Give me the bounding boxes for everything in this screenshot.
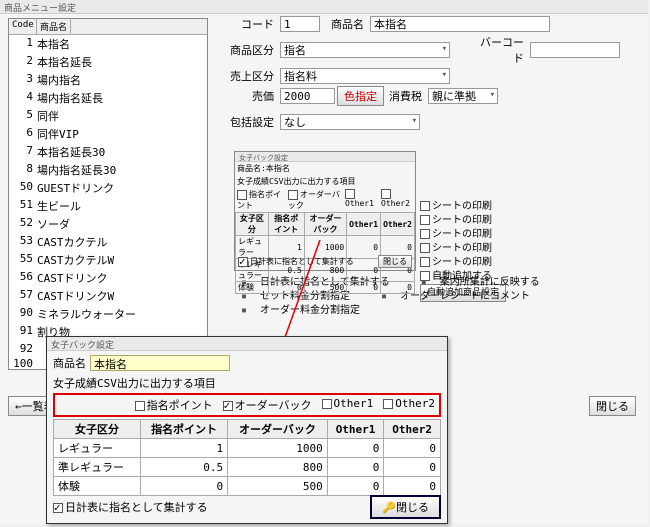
- barcode-label: バーコード: [480, 34, 530, 66]
- list-item[interactable]: 55CASTカクテルW: [9, 251, 207, 269]
- list-item[interactable]: 5同伴: [9, 107, 207, 125]
- tax-label: 消費税: [384, 88, 428, 104]
- hokan-label: 包括設定: [220, 114, 280, 130]
- code-label: コード: [220, 16, 280, 32]
- big-dialog-title: 女子バック設定: [47, 337, 447, 351]
- big-output-options: 指名ポイントオーダーバック Other1 Other2: [53, 393, 441, 417]
- mini-title: 女子バック設定: [235, 152, 415, 162]
- output-option[interactable]: オーダーバック: [223, 397, 312, 413]
- list-item[interactable]: 52ソーダ: [9, 215, 207, 233]
- kubun-label: 商品区分: [220, 42, 280, 58]
- list-item[interactable]: 56CASTドリンク: [9, 269, 207, 287]
- big-name-label: 商品名: [53, 355, 86, 371]
- big-dialog: 女子バック設定 商品名 本指名 女子成績CSV出力に出力する項目 指名ポイントオ…: [46, 336, 448, 524]
- list-item[interactable]: 51生ビール: [9, 197, 207, 215]
- price-label: 売価: [220, 88, 280, 104]
- big-footer-label: 日計表に指名として集計する: [65, 501, 208, 514]
- mini-close-button[interactable]: 閉じる: [378, 255, 412, 268]
- list-item[interactable]: 90ミネラルウォーター: [9, 305, 207, 323]
- item-list[interactable]: Code 商品名 1本指名2本指名延長3場内指名4場内指名延長5同伴6同伴VIP…: [8, 18, 208, 370]
- kubun-select[interactable]: 指名: [280, 42, 450, 58]
- big-footer-checkbox[interactable]: [53, 503, 63, 513]
- main-title-bar: 商品メニュー設定: [0, 0, 648, 14]
- list-item[interactable]: 1本指名: [9, 35, 207, 53]
- uriage-select[interactable]: 指名料: [280, 68, 450, 84]
- color-button[interactable]: 色指定: [337, 86, 384, 106]
- print-check[interactable]: シートの印刷: [420, 200, 506, 214]
- list-item[interactable]: 3場内指名: [9, 71, 207, 89]
- output-option[interactable]: 指名ポイント: [135, 397, 213, 413]
- big-name-field[interactable]: 本指名: [90, 355, 230, 371]
- name-field[interactable]: 本指名: [370, 16, 550, 32]
- form-area: コード 1 商品名 本指名 商品区分 指名 バーコード 売上区分 指名料 売価 …: [220, 14, 640, 132]
- mini-footer-check[interactable]: 日計表に指名として集計する: [250, 257, 354, 266]
- hokan-select[interactable]: なし: [280, 114, 420, 130]
- list-item[interactable]: 2本指名延長: [9, 53, 207, 71]
- print-check[interactable]: シートの印刷: [420, 256, 506, 270]
- list-item[interactable]: 6同伴VIP: [9, 125, 207, 143]
- list-item[interactable]: 57CASTドリンクW: [9, 287, 207, 305]
- print-check[interactable]: シートの印刷: [420, 242, 506, 256]
- mini-dialog: 女子バック設定 商品名:本指名 女子成績CSV出力に出力する項目 指名ポイントオ…: [234, 151, 416, 271]
- mini-table: 女子区分指名ポイントオーダーバックOther1Other2レギュラー110000…: [235, 212, 415, 294]
- print-check[interactable]: シートの印刷: [420, 228, 506, 242]
- uriage-label: 売上区分: [220, 68, 280, 84]
- list-header: Code 商品名: [9, 19, 207, 35]
- output-option[interactable]: Other2: [383, 397, 435, 413]
- big-table[interactable]: 女子区分指名ポイントオーダーバックOther1Other2レギュラー110000…: [53, 419, 441, 496]
- list-item[interactable]: 7本指名延長30: [9, 143, 207, 161]
- main-close-button[interactable]: 閉じる: [589, 396, 636, 416]
- output-option[interactable]: Other1: [322, 397, 374, 413]
- name-label: 商品名: [320, 16, 370, 32]
- list-item[interactable]: 53CASTカクテル: [9, 233, 207, 251]
- barcode-field[interactable]: [530, 42, 620, 58]
- tax-select[interactable]: 親に準拠: [428, 88, 498, 104]
- price-field[interactable]: 2000: [280, 88, 335, 104]
- big-close-button[interactable]: 🔑 閉じる: [370, 495, 441, 519]
- print-check[interactable]: シートの印刷: [420, 214, 506, 228]
- list-item[interactable]: 50GUESTドリンク: [9, 179, 207, 197]
- main-window: 商品メニュー設定 Code 商品名 1本指名2本指名延長3場内指名4場内指名延長…: [0, 0, 648, 524]
- mid-check[interactable]: ▪オーダー料金分割指定: [240, 304, 552, 318]
- code-field[interactable]: 1: [280, 16, 320, 32]
- big-opts-label: 女子成績CSV出力に出力する項目: [53, 375, 441, 391]
- list-item[interactable]: 4場内指名延長: [9, 89, 207, 107]
- list-item[interactable]: 8場内指名延長30: [9, 161, 207, 179]
